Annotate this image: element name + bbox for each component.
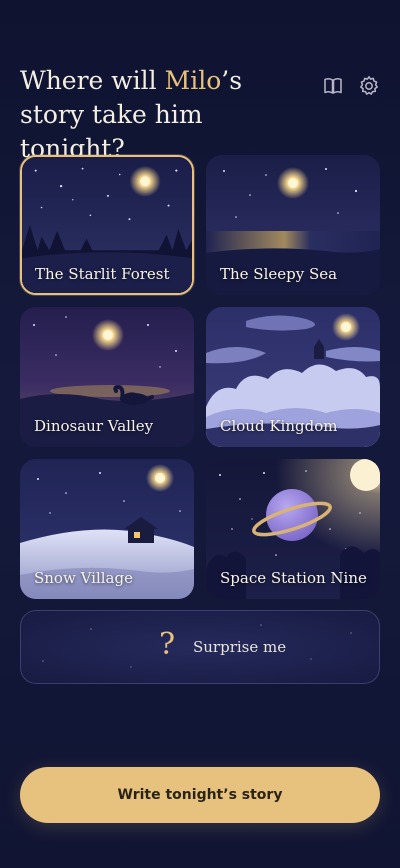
title-prefix: Where will: [20, 66, 165, 95]
book-icon[interactable]: [321, 74, 345, 98]
gear-icon[interactable]: [357, 74, 381, 98]
world-card-snow-village[interactable]: Snow Village: [20, 459, 194, 599]
surprise-me-button[interactable]: ? Surprise me: [20, 610, 380, 684]
world-card-label: Snow Village: [34, 569, 133, 587]
world-card-label: Space Station Nine: [220, 569, 367, 587]
world-card-starlit-forest[interactable]: The Starlit Forest: [20, 155, 194, 295]
world-card-label: Cloud Kingdom: [220, 417, 338, 435]
world-card-space-station-nine[interactable]: Space Station Nine: [206, 459, 380, 599]
world-card-label: The Sleepy Sea: [220, 265, 338, 283]
world-card-dinosaur-valley[interactable]: Dinosaur Valley: [20, 307, 194, 447]
world-card-cloud-kingdom[interactable]: Cloud Kingdom: [206, 307, 380, 447]
world-card-label: Dinosaur Valley: [34, 417, 154, 435]
page-header: Where will Milo’s story take him tonight…: [20, 64, 300, 166]
surprise-me-label: Surprise me: [193, 638, 287, 656]
child-name: Milo: [164, 66, 222, 95]
write-story-button[interactable]: Write tonight’s story: [20, 767, 380, 823]
question-mark-icon: ?: [159, 627, 176, 662]
page-title: Where will Milo’s story take him tonight…: [20, 64, 300, 166]
world-card-sleepy-sea[interactable]: The Sleepy Sea: [206, 155, 380, 295]
world-card-label: The Starlit Forest: [35, 265, 170, 283]
